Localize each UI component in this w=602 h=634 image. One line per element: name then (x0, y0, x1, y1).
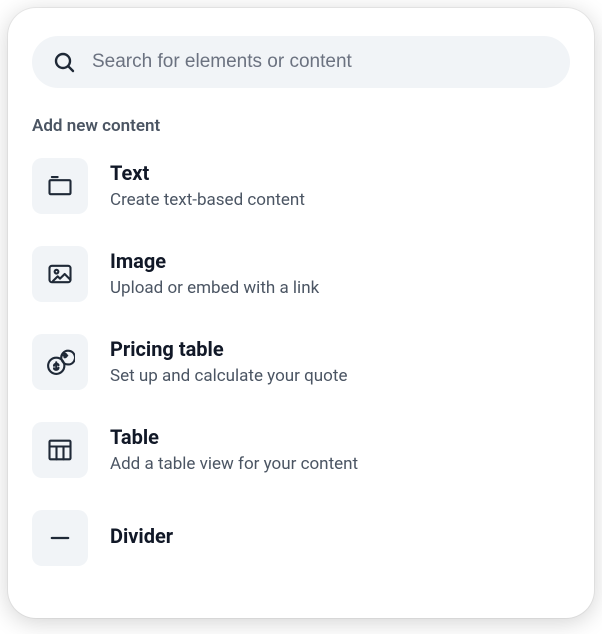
item-text-block: Image Upload or embed with a link (110, 249, 319, 299)
item-desc: Create text-based content (110, 189, 305, 211)
divider-icon (32, 510, 88, 566)
image-icon (32, 246, 88, 302)
section-heading: Add new content (32, 116, 570, 136)
item-divider[interactable]: Divider (32, 510, 570, 566)
item-image[interactable]: Image Upload or embed with a link (32, 246, 570, 302)
item-desc: Upload or embed with a link (110, 277, 319, 299)
item-title: Table (110, 425, 358, 449)
item-title: Pricing table (110, 337, 347, 361)
item-title: Divider (110, 524, 173, 548)
item-text-block: Divider (110, 524, 173, 552)
text-icon (32, 158, 88, 214)
search-input[interactable] (92, 51, 550, 73)
content-type-list: Text Create text-based content Image Upl… (32, 158, 570, 566)
search-bar[interactable] (32, 36, 570, 88)
item-text[interactable]: Text Create text-based content (32, 158, 570, 214)
search-icon (52, 50, 76, 74)
item-desc: Add a table view for your content (110, 453, 358, 475)
item-text-block: Table Add a table view for your content (110, 425, 358, 475)
table-icon (32, 422, 88, 478)
item-desc: Set up and calculate your quote (110, 365, 347, 387)
item-text-block: Pricing table Set up and calculate your … (110, 337, 347, 387)
item-title: Text (110, 161, 305, 185)
content-picker-panel: Add new content Text Create text-based c… (8, 8, 594, 618)
item-text-block: Text Create text-based content (110, 161, 305, 211)
pricing-icon (32, 334, 88, 390)
item-pricing-table[interactable]: Pricing table Set up and calculate your … (32, 334, 570, 390)
item-table[interactable]: Table Add a table view for your content (32, 422, 570, 478)
item-title: Image (110, 249, 319, 273)
